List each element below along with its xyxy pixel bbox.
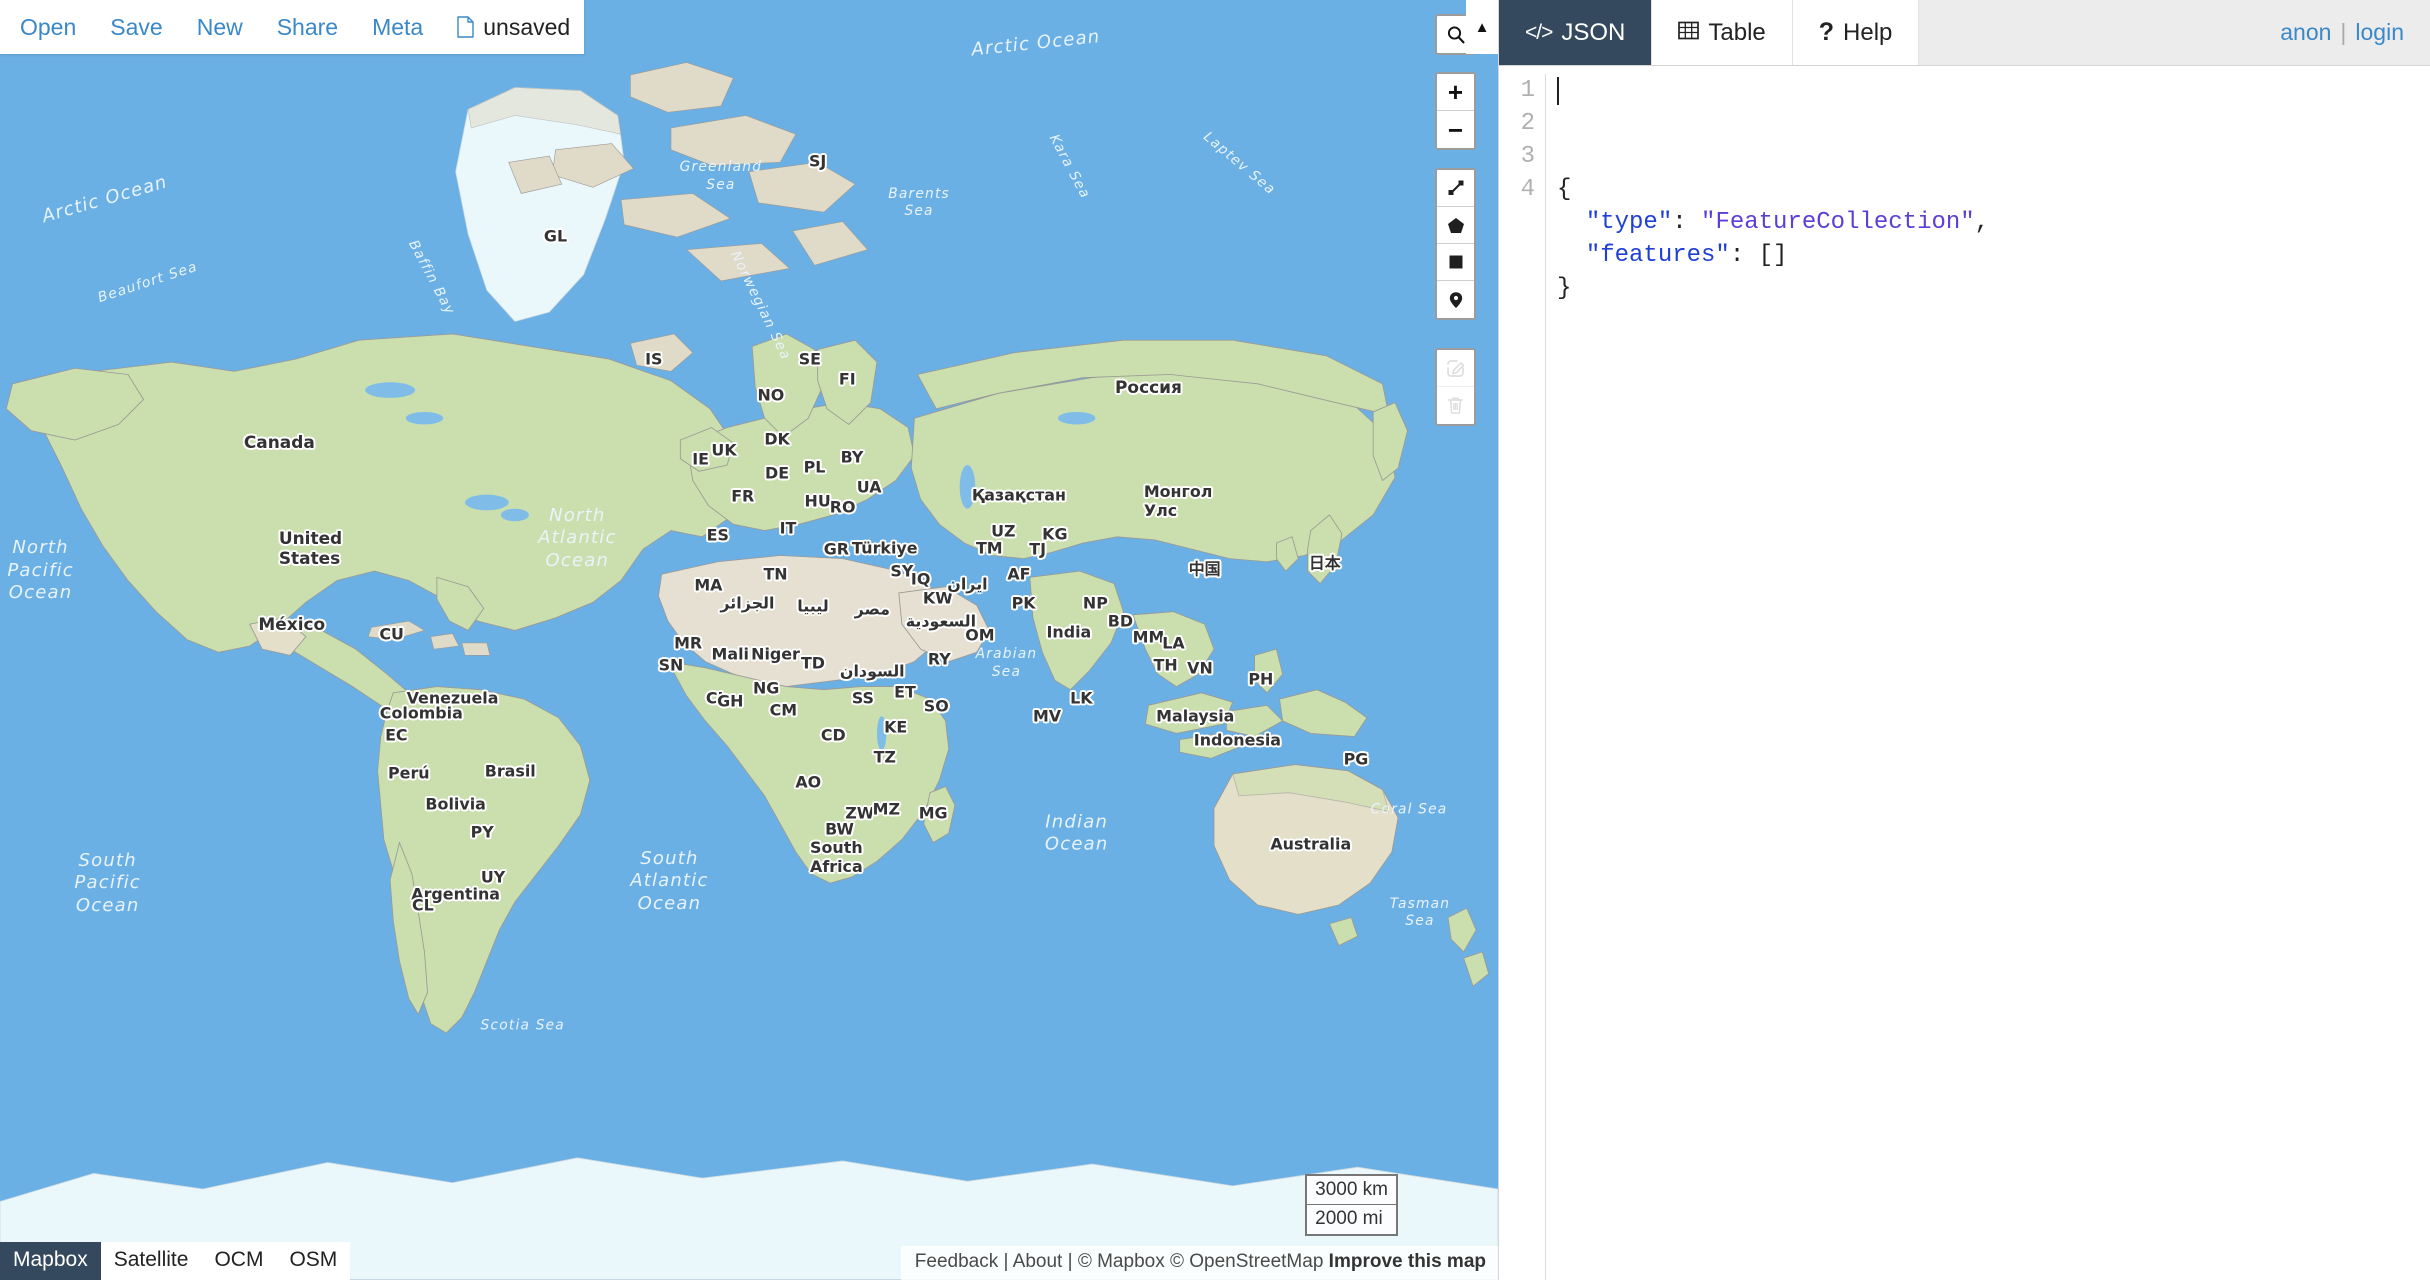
- attribution-separator-2: |: [1068, 1251, 1073, 1272]
- file-name-label: unsaved: [483, 14, 570, 41]
- minus-icon: −: [1448, 117, 1463, 143]
- editor-line: {: [1557, 173, 2430, 206]
- tab-json-label: JSON: [1561, 19, 1625, 47]
- basemap-satellite[interactable]: Satellite: [101, 1242, 202, 1280]
- auth-separator: |: [2340, 19, 2346, 46]
- map-attribution: Feedback | About | © Mapbox © OpenStreet…: [901, 1246, 1498, 1280]
- map-edit-control: [1435, 348, 1476, 426]
- editor-line-number: 3: [1499, 140, 1535, 173]
- draw-polygon-icon: [1446, 215, 1466, 235]
- draw-line-button[interactable]: [1437, 170, 1474, 207]
- save-button[interactable]: Save: [110, 14, 162, 41]
- current-user-label[interactable]: anon: [2280, 19, 2331, 46]
- delete-layers-button[interactable]: [1437, 387, 1474, 424]
- basemap-mapbox[interactable]: Mapbox: [0, 1242, 101, 1280]
- tab-help-label: Help: [1843, 19, 1892, 47]
- edit-layers-button[interactable]: [1437, 350, 1474, 387]
- draw-rectangle-button[interactable]: [1437, 244, 1474, 281]
- open-button[interactable]: Open: [20, 14, 76, 41]
- feedback-link[interactable]: Feedback: [915, 1251, 998, 1272]
- json-token-pun: :: [1730, 242, 1759, 269]
- document-icon: [457, 16, 474, 38]
- meta-button[interactable]: Meta: [372, 14, 423, 41]
- json-token-pun: []: [1759, 242, 1788, 269]
- map-draw-control: [1435, 168, 1476, 320]
- edit-layers-icon: [1445, 358, 1466, 379]
- editor-line: "type": "FeatureCollection",: [1557, 206, 2430, 239]
- table-icon: [1678, 21, 1699, 44]
- editor-line-number: 2: [1499, 107, 1535, 140]
- about-link[interactable]: About: [1013, 1251, 1063, 1272]
- json-token-pun: [1557, 209, 1586, 236]
- editor-line-numbers: 1234: [1499, 74, 1545, 1280]
- draw-marker-button[interactable]: [1437, 281, 1474, 318]
- editor-pane: </> JSON Table ? Help anon |: [1498, 0, 2430, 1280]
- copyright-text: © Mapbox © OpenStreetMap: [1078, 1251, 1324, 1272]
- login-link[interactable]: login: [2355, 19, 2404, 46]
- json-token-key: "features": [1586, 242, 1730, 269]
- text-caret: [1557, 77, 1559, 105]
- draw-rectangle-icon: [1446, 252, 1466, 272]
- scale-metric: 3000 km: [1305, 1174, 1398, 1206]
- file-toolbar: Open Save New Share Meta unsaved: [0, 0, 584, 54]
- current-file: unsaved: [457, 14, 570, 41]
- plus-icon: +: [1448, 79, 1463, 105]
- question-icon: ?: [1819, 20, 1834, 45]
- zoom-in-button[interactable]: +: [1437, 74, 1474, 111]
- new-button[interactable]: New: [197, 14, 243, 41]
- json-editor[interactable]: 1234 { "type": "FeatureCollection", "fea…: [1499, 66, 2430, 1280]
- geojson-editor-app: .lnd { fill:#cbdfae; stroke:#9a9a96; str…: [0, 0, 2430, 1280]
- search-icon: [1446, 25, 1466, 45]
- basemap-osm[interactable]: OSM: [276, 1242, 350, 1280]
- json-token-str: "FeatureCollection": [1701, 209, 1975, 236]
- draw-marker-icon: [1446, 290, 1466, 310]
- tab-help[interactable]: ? Help: [1793, 0, 1920, 65]
- panel-tabbar: </> JSON Table ? Help anon |: [1499, 0, 2430, 66]
- map-scale: 3000 km 2000 mi: [1305, 1174, 1398, 1237]
- editor-line-number: 4: [1499, 173, 1535, 206]
- collapse-panel-button[interactable]: ▲: [1466, 0, 1498, 54]
- world-map[interactable]: .lnd { fill:#cbdfae; stroke:#9a9a96; str…: [0, 0, 1498, 1280]
- basemap-switcher: Mapbox Satellite OCM OSM: [0, 1242, 350, 1280]
- draw-polygon-button[interactable]: [1437, 207, 1474, 244]
- json-token-pun: [1557, 242, 1586, 269]
- json-token-pun: {: [1557, 176, 1571, 203]
- editor-code-area[interactable]: { "type": "FeatureCollection", "features…: [1545, 74, 2430, 1280]
- editor-line-number: 1: [1499, 74, 1535, 107]
- attribution-separator-1: |: [1004, 1251, 1009, 1272]
- editor-line: "features": []: [1557, 239, 2430, 272]
- zoom-out-button[interactable]: −: [1437, 111, 1474, 148]
- chevron-up-icon: ▲: [1475, 20, 1490, 35]
- auth-area: anon | login: [2260, 0, 2430, 65]
- json-token-pun: }: [1557, 275, 1571, 302]
- scale-imperial: 2000 mi: [1305, 1205, 1398, 1236]
- tabbar-spacer: [1919, 0, 2260, 65]
- map-zoom-control: + −: [1435, 72, 1476, 150]
- json-token-pun: ,: [1975, 209, 1989, 236]
- tab-table[interactable]: Table: [1652, 0, 1792, 65]
- trash-icon: [1445, 395, 1466, 416]
- map-pane[interactable]: .lnd { fill:#cbdfae; stroke:#9a9a96; str…: [0, 0, 1498, 1280]
- basemap-ocm[interactable]: OCM: [201, 1242, 276, 1280]
- tab-table-label: Table: [1708, 19, 1765, 47]
- draw-line-icon: [1446, 178, 1466, 198]
- improve-map-link[interactable]: Improve this map: [1329, 1251, 1486, 1272]
- json-token-key: "type": [1586, 209, 1672, 236]
- share-button[interactable]: Share: [277, 14, 338, 41]
- tab-json[interactable]: </> JSON: [1499, 0, 1652, 65]
- editor-line: }: [1557, 272, 2430, 305]
- code-icon: </>: [1525, 22, 1552, 43]
- json-token-pun: :: [1672, 209, 1701, 236]
